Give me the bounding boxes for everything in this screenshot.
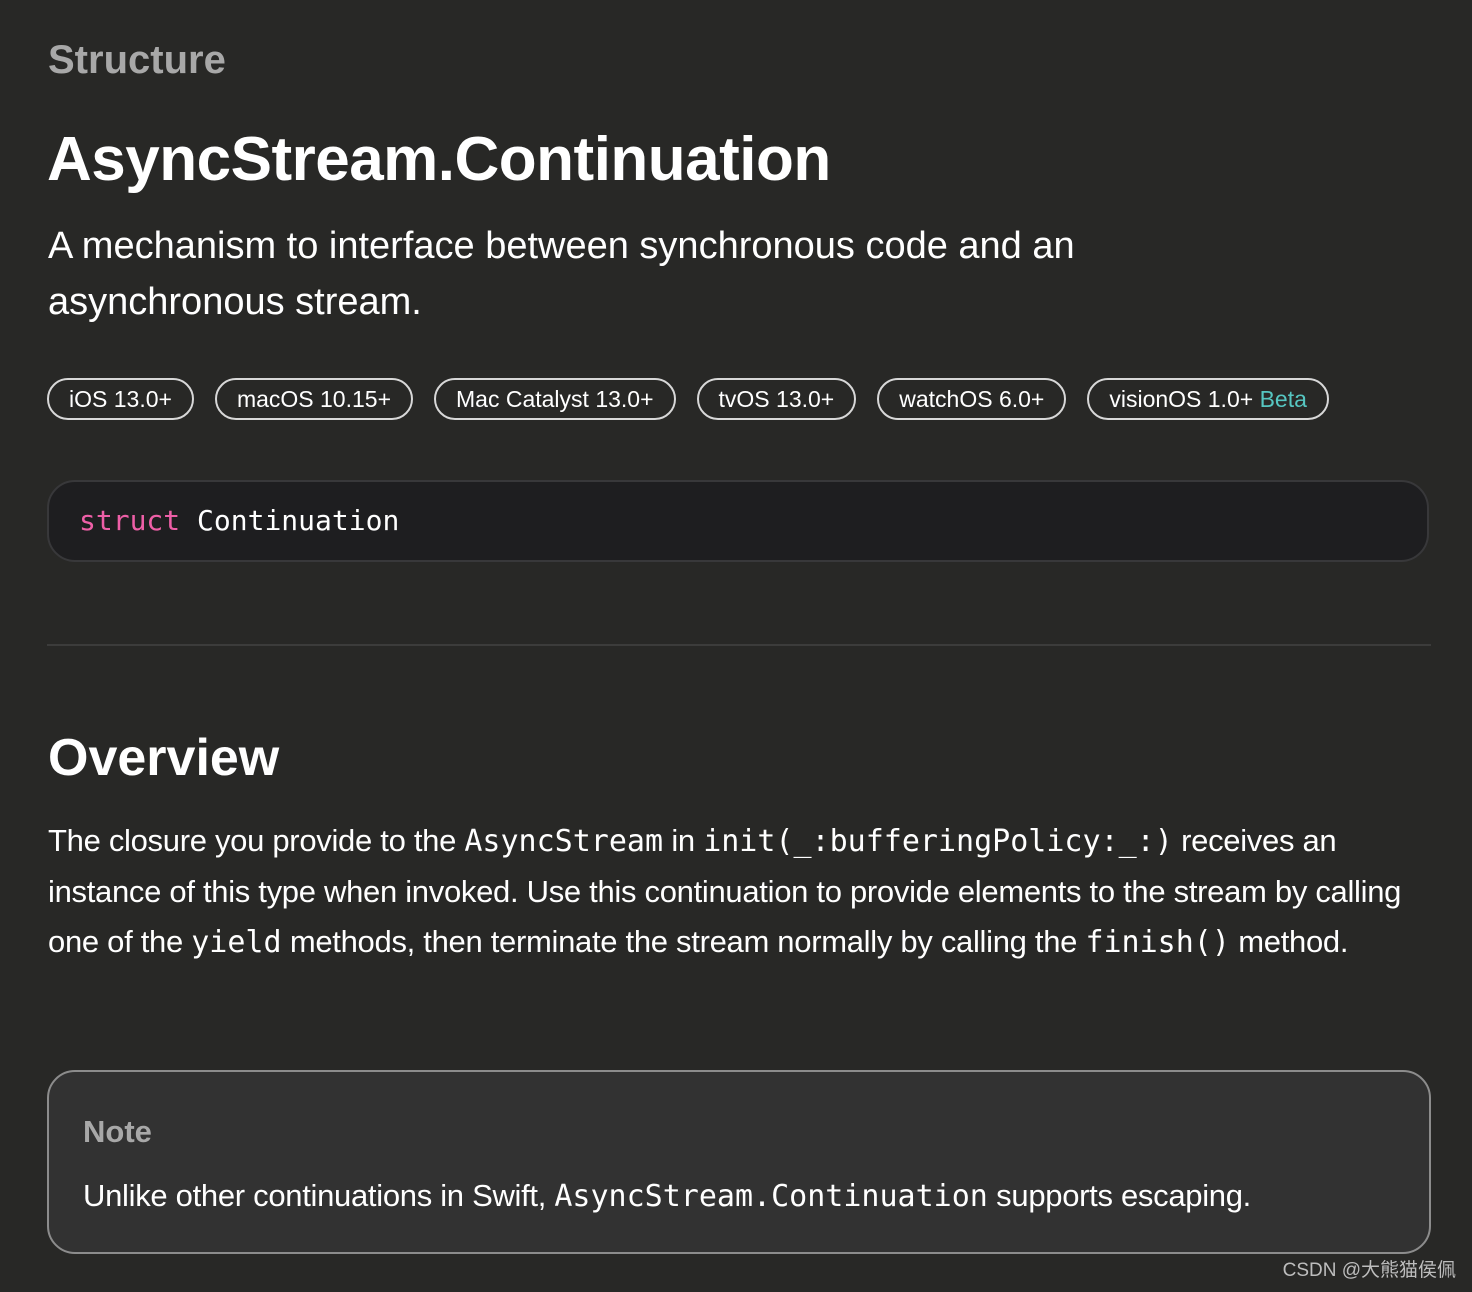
- finish-code-link[interactable]: finish(): [1085, 925, 1230, 960]
- platform-badge-label: iOS 13.0+: [69, 386, 172, 412]
- platform-badge-label: macOS 10.15+: [236, 386, 391, 412]
- note-title: Note: [83, 1114, 152, 1149]
- declaration-name: Continuation: [197, 504, 400, 537]
- platform-availability-list: iOS 13.0+ macOS 10.15+ Mac Catalyst 13.0…: [47, 378, 1329, 420]
- platform-badge-ios: iOS 13.0+: [47, 378, 194, 420]
- init-buffering-policy-code-link[interactable]: init(_:bufferingPolicy:_:): [703, 824, 1173, 859]
- note-aside: Note Unlike other continuations in Swift…: [47, 1070, 1431, 1254]
- platform-badge-label: Mac Catalyst 13.0+: [456, 386, 654, 412]
- platform-badge-tvos: tvOS 13.0+: [696, 378, 857, 420]
- platform-badge-label: visionOS 1.0+: [1109, 386, 1254, 412]
- page-eyebrow: Structure: [48, 38, 226, 82]
- overview-text: method.: [1229, 924, 1349, 959]
- note-text: supports escaping.: [987, 1178, 1251, 1213]
- overview-text: in: [663, 823, 704, 858]
- continuation-code: AsyncStream.Continuation: [554, 1179, 988, 1214]
- platform-badge-label: tvOS 13.0+: [718, 386, 835, 412]
- section-divider: [47, 644, 1431, 646]
- page-abstract: A mechanism to interface between synchro…: [48, 225, 1075, 323]
- overview-text: The closure you provide to the: [48, 823, 465, 858]
- overview-paragraph: The closure you provide to the AsyncStre…: [48, 816, 1432, 968]
- asyncstream-code-link[interactable]: AsyncStream: [464, 824, 663, 859]
- overview-text: methods, then terminate the stream norma…: [281, 924, 1086, 959]
- yield-code: yield: [191, 925, 282, 960]
- watermark: CSDN @大熊猫侯佩: [1282, 1260, 1456, 1281]
- beta-tag: Beta: [1259, 386, 1307, 412]
- declaration-keyword: struct: [79, 504, 181, 537]
- platform-badge-mac-catalyst: Mac Catalyst 13.0+: [434, 378, 676, 420]
- note-body: Unlike other continuations in Swift, Asy…: [83, 1174, 1251, 1219]
- note-text: Unlike other continuations in Swift,: [83, 1178, 555, 1213]
- declaration-code-block: struct Continuation: [47, 480, 1429, 562]
- platform-badge-visionos: visionOS 1.0+ Beta: [1087, 378, 1329, 420]
- page-title: AsyncStream.Continuation: [47, 125, 831, 194]
- platform-badge-label: watchOS 6.0+: [899, 386, 1045, 412]
- platform-badge-watchos: watchOS 6.0+: [877, 378, 1067, 420]
- platform-badge-macos: macOS 10.15+: [214, 378, 413, 420]
- overview-heading: Overview: [48, 729, 280, 787]
